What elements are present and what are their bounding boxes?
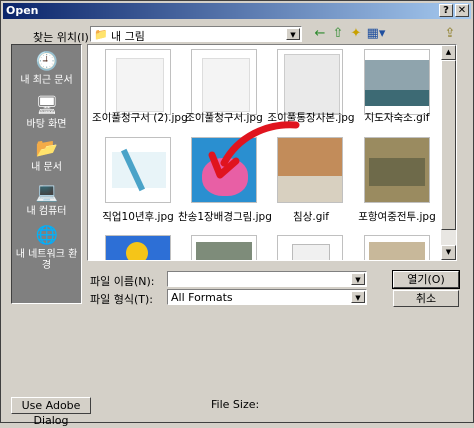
place-documents[interactable]: 📂 내 문서 [12, 138, 81, 173]
up-folder-icon[interactable]: ⇧ [329, 25, 347, 43]
place-label: 내 최근 문서 [20, 75, 73, 86]
place-label: 바탕 화면 [26, 119, 67, 130]
views-menu-icon[interactable]: ▦▾ [365, 25, 387, 43]
places-bar: 🕘 내 최근 문서 🖥 바탕 화면 📂 내 문서 💻 내 컴퓨터 🌐 내 네트워… [11, 44, 82, 304]
place-computer[interactable]: 💻 내 컴퓨터 [12, 182, 81, 217]
lookin-label: 찾는 위치(I): [33, 31, 93, 44]
help-button[interactable]: ? [439, 4, 453, 17]
lookin-value: 내 그림 [111, 30, 145, 43]
place-label: 내 네트워크 환경 [15, 249, 78, 271]
folder-icon: 📁 [94, 28, 108, 41]
filename-input[interactable]: ▼ [167, 271, 367, 287]
place-label: 내 컴퓨터 [26, 206, 67, 217]
file-size-label: File Size: [211, 398, 260, 411]
place-recent[interactable]: 🕘 내 최근 문서 [12, 51, 81, 86]
new-folder-icon[interactable]: ✦ [347, 25, 365, 43]
filetype-label: 파일 형식(T): [90, 293, 153, 306]
red-annotation-arrow [208, 121, 300, 179]
folder-icon: 📂 [35, 138, 58, 159]
scroll-thumb[interactable] [441, 60, 456, 230]
filetype-dropdown[interactable]: All Formats ▼ [167, 289, 367, 305]
filetype-value: All Formats [171, 291, 233, 304]
scroll-up-icon[interactable]: ▲ [441, 45, 456, 60]
place-label: 내 문서 [31, 162, 62, 173]
lookin-dropdown[interactable]: 📁 내 그림 ▼ [90, 26, 302, 43]
chevron-down-icon[interactable]: ▼ [351, 291, 365, 303]
desktop-folder-icon[interactable]: ⇪ [441, 25, 459, 43]
desktop-icon: 🖥 [35, 95, 59, 116]
chevron-down-icon[interactable]: ▼ [351, 273, 365, 285]
open-dialog: Open ? ✕ 찾는 위치(I): 📁 내 그림 ▼ ← ⇧ ✦ ▦▾ ⇪ 🕘… [0, 0, 474, 427]
open-button[interactable]: 열기(O) [392, 270, 460, 289]
title-bar: Open ? ✕ [3, 3, 471, 19]
use-adobe-dialog-button[interactable]: Use Adobe Dialog [11, 397, 91, 427]
window-title: Open [6, 4, 39, 17]
file-list[interactable]: 조이풀청구서 (2).jpg 조이풀청구서.jpg 조이풀통장사본.jpg 지도… [87, 44, 457, 261]
scroll-down-icon[interactable]: ▼ [441, 245, 456, 260]
close-button[interactable]: ✕ [455, 4, 469, 17]
filename-label: 파일 이름(N): [90, 275, 155, 288]
clock-icon: 🕘 [35, 51, 58, 72]
back-icon[interactable]: ← [311, 25, 329, 43]
computer-icon: 💻 [35, 182, 58, 203]
chevron-down-icon[interactable]: ▼ [286, 28, 300, 40]
network-icon: 🌐 [35, 225, 58, 246]
place-desktop[interactable]: 🖥 바탕 화면 [12, 95, 81, 130]
place-network[interactable]: 🌐 내 네트워크 환경 [12, 225, 81, 271]
cancel-button[interactable]: 취소 [393, 290, 459, 307]
vertical-scrollbar[interactable]: ▲ ▼ [441, 45, 456, 260]
